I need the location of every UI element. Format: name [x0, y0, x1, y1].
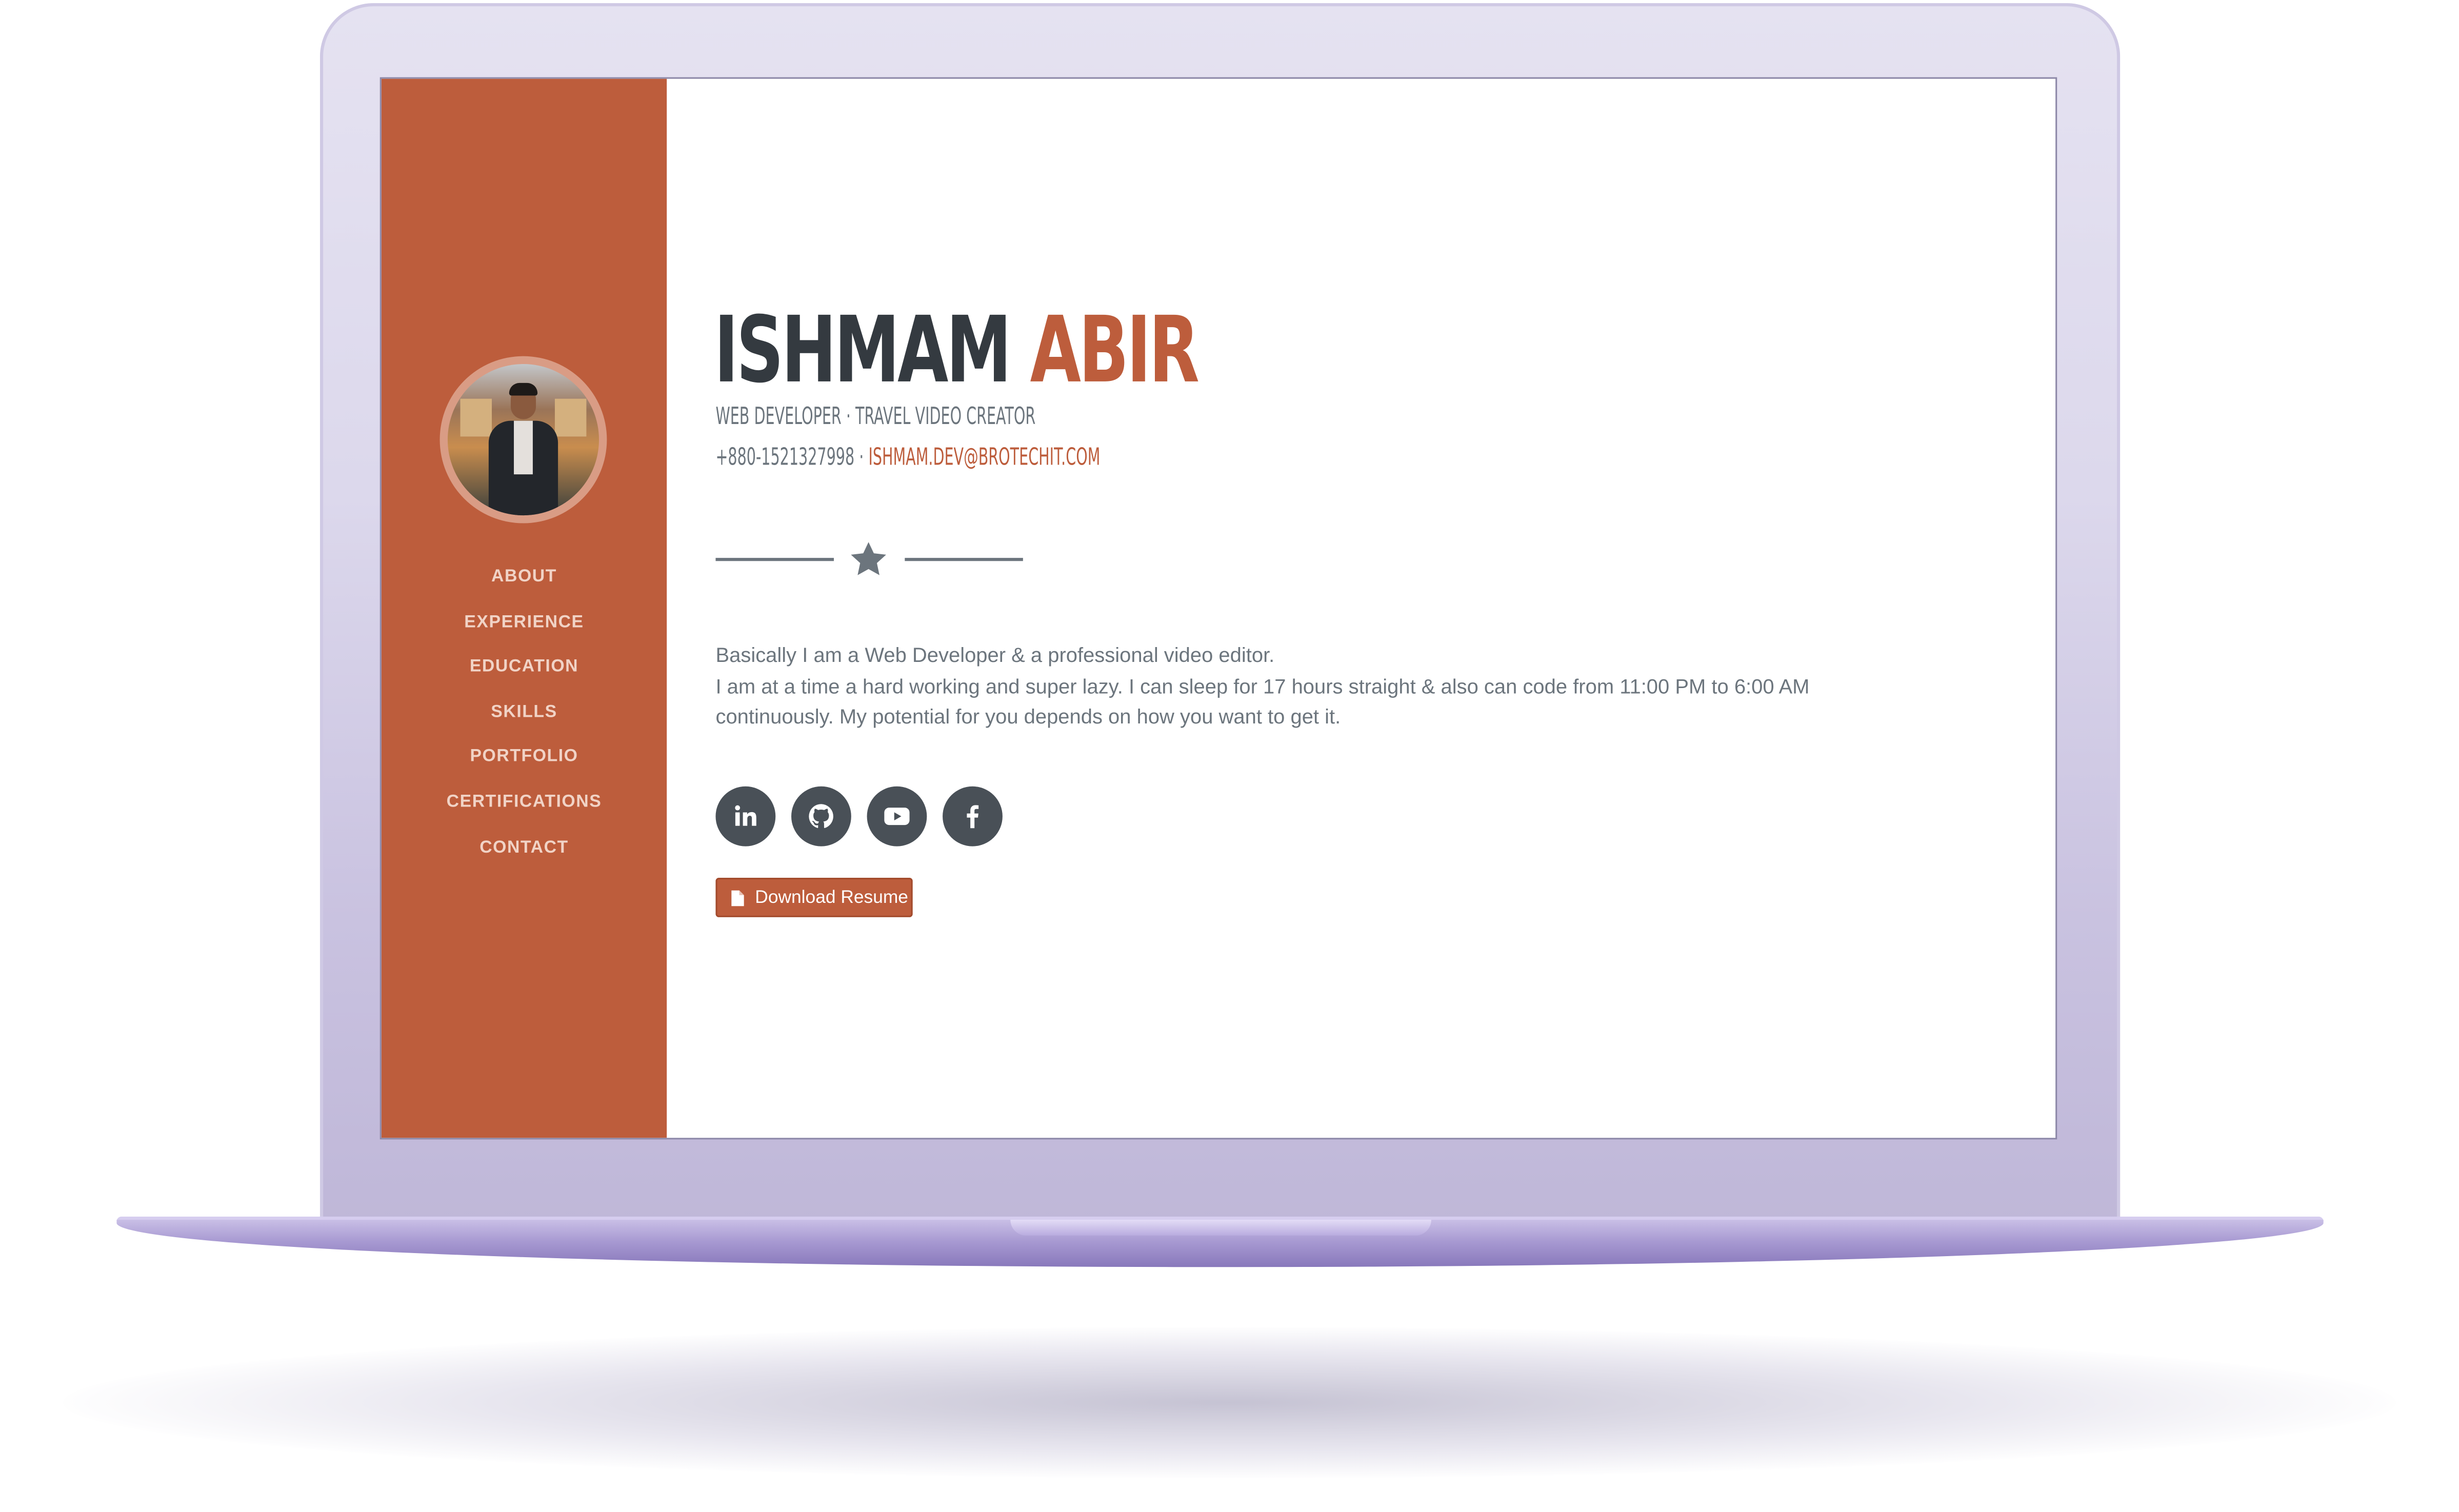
photo-background-right	[554, 398, 587, 437]
star-icon	[851, 542, 886, 575]
bio-text: Basically I am a Web Developer & a profe…	[715, 640, 1913, 732]
floor-shadow	[63, 1327, 2396, 1479]
laptop-notch	[1010, 1220, 1431, 1236]
nav-item-education[interactable]: EDUCATION	[382, 651, 667, 696]
facebook-icon	[967, 805, 979, 829]
photo-background-left	[460, 398, 492, 437]
nav-item-certifications[interactable]: CERTIFICATIONS	[382, 787, 667, 832]
phone-number: +880-1521327998	[715, 442, 855, 472]
nav-item-portfolio[interactable]: PORTFOLIO	[382, 741, 667, 787]
contact-line: +880-1521327998 · ISHMAM.DEV@BROTECHIT.C…	[715, 443, 1100, 471]
sidebar-nav: ABOUT EXPERIENCE EDUCATION SKILLS PORTFO…	[382, 561, 667, 876]
email-link[interactable]: ISHMAM.DEV@BROTECHIT.COM	[868, 443, 1100, 471]
photo-person-shirt	[514, 420, 533, 475]
bio-line-3: continuously. My potential for you depen…	[715, 704, 1341, 729]
bio-line-1: Basically I am a Web Developer & a profe…	[715, 643, 1275, 667]
subtitle: WEB DEVELOPER · TRAVEL VIDEO CREATOR	[715, 401, 1036, 431]
divider-line-left	[715, 558, 834, 561]
nav-item-contact[interactable]: CONTACT	[382, 832, 667, 877]
avatar	[439, 356, 607, 523]
bio-line-2: I am at a time a hard working and super …	[715, 674, 1810, 698]
first-name: ISHMAM	[714, 296, 1011, 404]
sidebar: ABOUT EXPERIENCE EDUCATION SKILLS PORTFO…	[381, 78, 667, 1138]
download-resume-button[interactable]: Download Resume	[715, 878, 913, 917]
file-icon	[731, 890, 744, 906]
youtube-button[interactable]	[867, 786, 927, 846]
laptop-screen: ABOUT EXPERIENCE EDUCATION SKILLS PORTFO…	[381, 78, 2056, 1138]
github-button[interactable]	[791, 786, 851, 846]
profile-photo	[447, 364, 599, 516]
linkedin-button[interactable]	[715, 786, 776, 846]
download-resume-label: Download Resume	[755, 889, 908, 908]
github-icon	[809, 804, 833, 828]
last-name: ABIR	[1030, 296, 1200, 404]
facebook-button[interactable]	[943, 786, 1003, 846]
photo-person-hair	[509, 382, 538, 396]
page-title: ISHMAM ABIR	[714, 299, 1199, 400]
laptop-mockup-scene: ABOUT EXPERIENCE EDUCATION SKILLS PORTFO…	[0, 0, 2459, 1511]
linkedin-icon	[735, 805, 756, 826]
star-divider	[715, 536, 1023, 583]
contact-separator: ·	[854, 442, 869, 472]
nav-item-experience[interactable]: EXPERIENCE	[382, 606, 667, 651]
youtube-icon	[884, 808, 910, 825]
nav-item-skills[interactable]: SKILLS	[382, 696, 667, 741]
nav-item-about[interactable]: ABOUT	[382, 561, 667, 606]
divider-line-right	[905, 558, 1023, 561]
